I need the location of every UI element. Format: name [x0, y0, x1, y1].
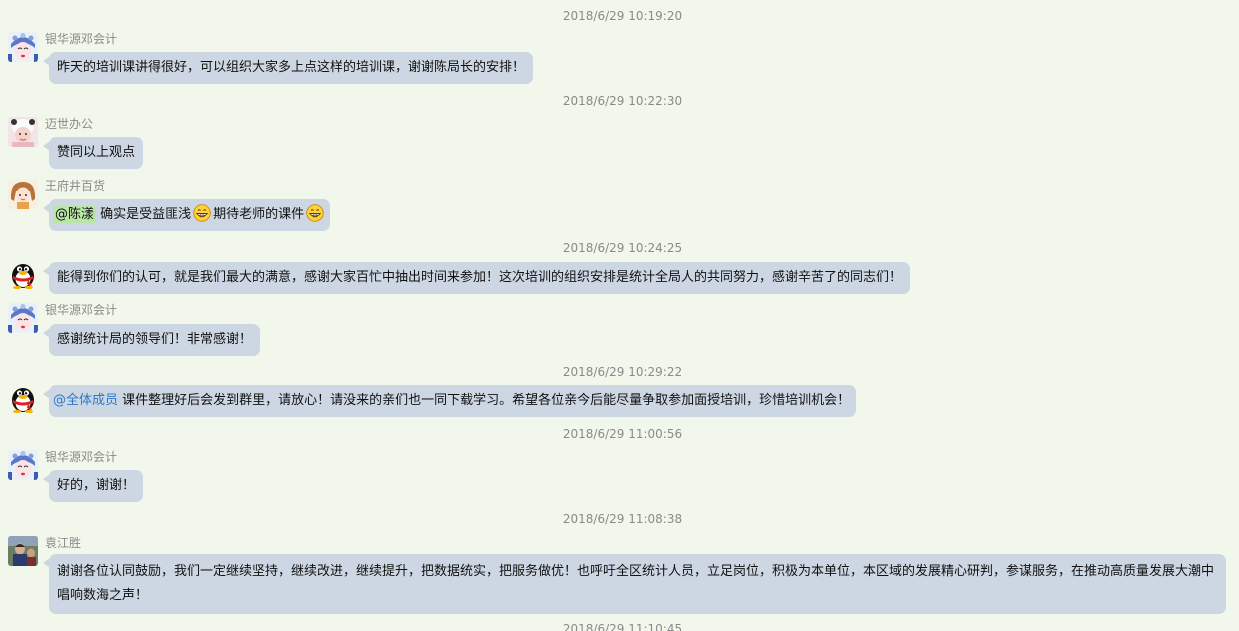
message-bubble[interactable]: @全体成员 课件整理好后会发到群里，请放心！请没来的亲们也一同下载学习。希望各位…: [42, 385, 857, 417]
grin-emoji-icon: [306, 204, 324, 222]
timestamp: 2018/6/29 11:00:56: [562, 427, 683, 441]
message-bubble[interactable]: 昨天的培训课讲得很好，可以组织大家多上点这样的培训课，谢谢陈局长的安排！: [42, 52, 534, 84]
opera-avatar-icon[interactable]: [8, 32, 38, 62]
message-bubble[interactable]: @陈漾 确实是受益匪浅 期待老师的课件: [42, 199, 331, 231]
opera-avatar-icon[interactable]: [8, 303, 38, 333]
message-text: 感谢统计局的领导们！非常感谢！: [57, 332, 253, 347]
chat-history-panel[interactable]: 2018/6/29 10:19:20 银华源邓会计 昨天的培训课讲得很好，可以组…: [0, 0, 1239, 631]
message-bubble[interactable]: 能得到你们的认可，就是我们最大的满意，感谢大家百忙中抽出时间来参加！这次培训的组…: [42, 262, 911, 294]
sender-name[interactable]: 王府井百货: [45, 178, 105, 194]
timestamp: 2018/6/29 10:19:20: [562, 9, 683, 23]
message-text: 昨天的培训课讲得很好，可以组织大家多上点这样的培训课，谢谢陈局长的安排！: [57, 60, 526, 75]
mention-tag[interactable]: @陈漾: [53, 206, 97, 223]
qq-penguin-avatar-icon[interactable]: [8, 259, 38, 289]
photo-avatar-icon[interactable]: [8, 536, 38, 566]
message-text: 好的，谢谢！: [57, 478, 136, 493]
qq-penguin-avatar-icon[interactable]: [8, 383, 38, 413]
timestamp: 2018/6/29 11:10:45: [562, 622, 683, 631]
message-bubble[interactable]: 感谢统计局的领导们！非常感谢！: [42, 324, 261, 356]
sender-name[interactable]: 银华源邓会计: [45, 302, 117, 318]
message-text: 确实是受益匪浅: [100, 207, 192, 222]
message-text: 期待老师的课件: [213, 207, 305, 222]
message-text: 课件整理好后会发到群里，请放心！请没来的亲们也一同下载学习。希望各位亲今后能尽量…: [122, 393, 851, 408]
grin-emoji-icon: [193, 204, 211, 222]
timestamp: 2018/6/29 10:29:22: [562, 365, 683, 379]
message-bubble[interactable]: 谢谢各位认同鼓励，我们一定继续坚持，继续改进，继续提升，把数据统实，把服务做优！…: [43, 554, 1226, 614]
mention-all-tag[interactable]: @全体成员: [53, 393, 118, 408]
message-text: 能得到你们的认可，就是我们最大的满意，感谢大家百忙中抽出时间来参加！这次培训的组…: [57, 270, 903, 285]
sender-name[interactable]: 迈世办公: [45, 116, 93, 132]
message-bubble[interactable]: 赞同以上观点: [42, 137, 144, 169]
opera-avatar-icon[interactable]: [8, 450, 38, 480]
message-bubble[interactable]: 好的，谢谢！: [42, 470, 144, 502]
message-text-line: 谢谢各位认同鼓励，我们一定继续坚持，继续改进，继续提升，把数据统实，把服务做优！…: [57, 564, 1215, 579]
sender-name[interactable]: 银华源邓会计: [45, 31, 117, 47]
timestamp: 2018/6/29 11:08:38: [562, 512, 683, 526]
timestamp: 2018/6/29 10:22:30: [562, 94, 683, 108]
sender-name[interactable]: 袁江胜: [45, 535, 81, 551]
cartoon-girl-avatar-icon[interactable]: [8, 179, 38, 209]
child-photo-avatar-icon[interactable]: [8, 117, 38, 147]
message-text-line: 唱响数海之声！: [57, 588, 149, 603]
message-text: 赞同以上观点: [57, 145, 136, 160]
sender-name[interactable]: 银华源邓会计: [45, 449, 117, 465]
timestamp: 2018/6/29 10:24:25: [562, 241, 683, 255]
